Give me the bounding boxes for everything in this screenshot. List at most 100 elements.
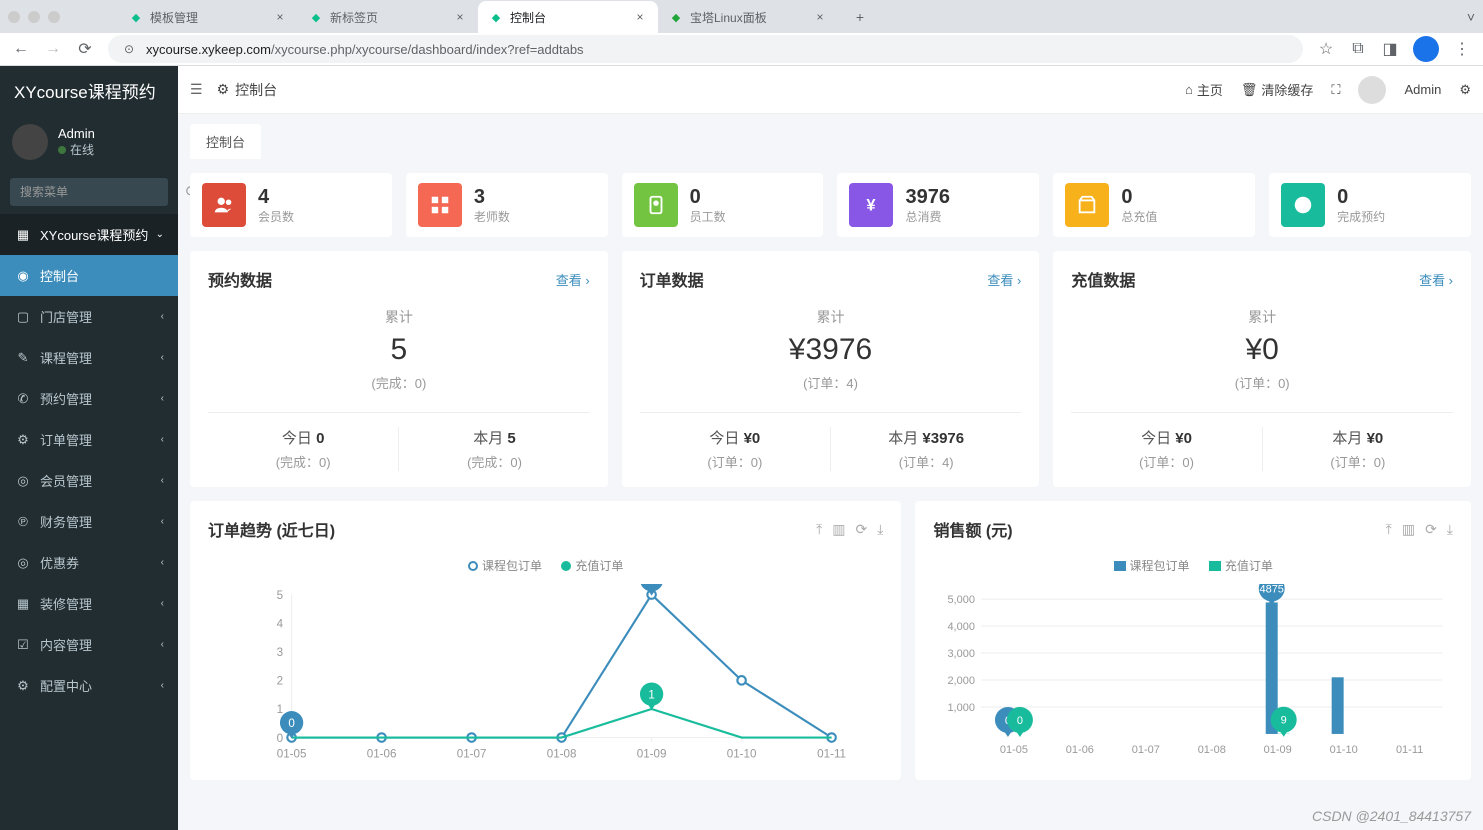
legend-item[interactable]: 课程包订单	[468, 557, 542, 574]
sidebar-item-10[interactable]: ⚙配置中心‹	[0, 665, 178, 706]
tab-close-icon[interactable]: ×	[272, 10, 288, 24]
sidebar-item-7[interactable]: ◎优惠券‹	[0, 542, 178, 583]
nav-back-icon[interactable]: ←	[12, 40, 30, 58]
sidebar-item-label: 门店管理	[40, 307, 92, 326]
chart-tool-refresh-icon[interactable]: ⟳	[856, 521, 868, 538]
sidebar-toggle-button[interactable]: ☰	[190, 81, 203, 98]
sidebar-item-0[interactable]: ◉控制台	[0, 255, 178, 296]
sidebar-item-1[interactable]: ▢ 门店管理 ‹	[0, 296, 178, 337]
sidebar-treeview-header[interactable]: ▦ XYcourse课程预约 ⌄	[0, 214, 178, 255]
tab-close-icon[interactable]: ×	[812, 10, 828, 24]
browser-url-bar: ← → ⟳ ⊙ xycourse.xykeep.com/xycourse.php…	[0, 33, 1483, 66]
app-logo[interactable]: XYcourse课程预约	[0, 66, 178, 114]
settings-gear-icon[interactable]: ⚙	[1459, 82, 1471, 98]
chart-tool-data-icon[interactable]: ⤒	[816, 521, 822, 538]
chevron-left-icon: ‹	[161, 393, 164, 404]
legend-item[interactable]: 充值订单	[1209, 557, 1273, 574]
chart-tool-bar-icon[interactable]: ▥	[832, 521, 845, 538]
chart-tool-download-icon[interactable]: ⤓	[1447, 521, 1453, 538]
stat-card[interactable]: 4会员数	[190, 173, 392, 237]
stat-card[interactable]: 0总充值	[1053, 173, 1255, 237]
sidebar-item-3[interactable]: ✆预约管理‹	[0, 378, 178, 419]
sidebar-item-8[interactable]: ▦装修管理‹	[0, 583, 178, 624]
stat-card[interactable]: ¥3976总消费	[837, 173, 1039, 237]
window-dot-min[interactable]	[28, 11, 40, 23]
chart-tool-bar-icon[interactable]: ▥	[1402, 521, 1415, 538]
sidebar-item-label: 优惠券	[40, 553, 79, 572]
legend-sq-icon	[1209, 561, 1221, 571]
browser-tab[interactable]: ◆ 宝塔Linux面板 ×	[658, 1, 838, 33]
sidebar-item-icon: ◎	[14, 555, 32, 571]
home-link[interactable]: ⌂主页	[1185, 80, 1223, 99]
tab-close-icon[interactable]: ×	[632, 10, 648, 24]
svg-text:01-05: 01-05	[1000, 744, 1028, 756]
chevron-left-icon: ‹	[161, 311, 164, 322]
fullscreen-button[interactable]: ⛶	[1331, 82, 1340, 98]
today-value: 今日 ¥0	[640, 427, 830, 448]
svg-text:01-10: 01-10	[1330, 744, 1358, 756]
sidebar-item-icon: ▢	[14, 309, 32, 325]
topbar-username[interactable]: Admin	[1404, 82, 1441, 97]
legend-dot-icon	[468, 561, 478, 571]
panel-icon[interactable]: ◨	[1381, 39, 1399, 59]
stat-card[interactable]: 3老师数	[406, 173, 608, 237]
svg-text:9: 9	[1281, 715, 1287, 727]
chart-tool-data-icon[interactable]: ⤒	[1386, 521, 1392, 538]
stat-value: 0	[690, 186, 726, 208]
chrome-chevron-icon[interactable]: ˅	[1467, 9, 1475, 25]
user-name: Admin	[58, 126, 95, 141]
sidebar-item-6[interactable]: ℗财务管理‹	[0, 501, 178, 542]
svg-text:01-08: 01-08	[1198, 744, 1226, 756]
view-link[interactable]: 查看 ›	[1419, 270, 1453, 289]
sidebar-item-label: 预约管理	[40, 389, 92, 408]
total-sub: (订单：4)	[640, 373, 1022, 392]
search-input[interactable]	[10, 178, 185, 206]
sidebar-item-label: 课程管理	[40, 348, 92, 367]
browser-tab-bar: ◆模板管理×◆新标签页×◆控制台×◆宝塔Linux面板× + ˅	[0, 0, 1483, 33]
nav-reload-icon[interactable]: ⟳	[76, 39, 94, 59]
chart-legend: 课程包订单 充值订单	[208, 557, 883, 574]
month-value: 本月 5	[399, 427, 589, 448]
view-link[interactable]: 查看 ›	[556, 270, 590, 289]
window-dot-close[interactable]	[8, 11, 20, 23]
tab-title: 宝塔Linux面板	[690, 9, 767, 26]
view-link[interactable]: 查看 ›	[987, 270, 1021, 289]
sidebar-item-4[interactable]: ⚙订单管理‹	[0, 419, 178, 460]
new-tab-button[interactable]: +	[846, 9, 874, 25]
clear-cache-button[interactable]: 🗑清除缓存	[1241, 80, 1314, 99]
url-input[interactable]: ⊙ xycourse.xykeep.com/xycourse.php/xycou…	[108, 35, 1303, 63]
month-value: 本月 ¥0	[1263, 427, 1453, 448]
legend-item[interactable]: 课程包订单	[1114, 557, 1190, 574]
chart-tool-refresh-icon[interactable]: ⟳	[1425, 521, 1437, 538]
nav-forward-icon[interactable]: →	[44, 40, 62, 58]
favicon-icon: ◆	[308, 9, 324, 25]
sidebar-item-2[interactable]: ✎课程管理‹	[0, 337, 178, 378]
svg-text:01-05: 01-05	[277, 748, 307, 761]
stat-value: 3	[474, 186, 510, 208]
site-info-icon[interactable]: ⊙	[120, 42, 138, 56]
user-panel[interactable]: Admin 在线	[0, 114, 178, 170]
stat-card[interactable]: 0完成预约	[1269, 173, 1471, 237]
window-dot-max[interactable]	[48, 11, 60, 23]
sidebar-item-icon: ◉	[14, 268, 32, 284]
sidebar-item-9[interactable]: ☑内容管理‹	[0, 624, 178, 665]
browser-tab[interactable]: ◆控制台×	[478, 1, 658, 33]
bookmark-star-icon[interactable]: ☆	[1317, 39, 1335, 59]
sidebar-item-5[interactable]: ◎会员管理‹	[0, 460, 178, 501]
favicon-icon: ◆	[668, 9, 684, 25]
month-sub: (订单：4)	[831, 452, 1021, 471]
tab-title: 新标签页	[330, 9, 378, 26]
legend-item[interactable]: 充值订单	[561, 557, 623, 574]
topbar-avatar[interactable]	[1358, 76, 1386, 104]
total-label: 累计	[1071, 307, 1453, 327]
profile-avatar[interactable]	[1413, 36, 1439, 62]
tab-dashboard[interactable]: 控制台	[190, 124, 261, 159]
chrome-menu-icon[interactable]: ⋮	[1453, 39, 1471, 59]
stat-card[interactable]: 0员工数	[622, 173, 824, 237]
tab-close-icon[interactable]: ×	[452, 10, 468, 24]
browser-tab[interactable]: ◆模板管理×	[118, 1, 298, 33]
chart-tool-download-icon[interactable]: ⤓	[877, 521, 883, 538]
svg-text:4: 4	[277, 617, 284, 630]
extensions-icon[interactable]: ⧉	[1349, 40, 1367, 58]
browser-tab[interactable]: ◆ 新标签页 ×	[298, 1, 478, 33]
